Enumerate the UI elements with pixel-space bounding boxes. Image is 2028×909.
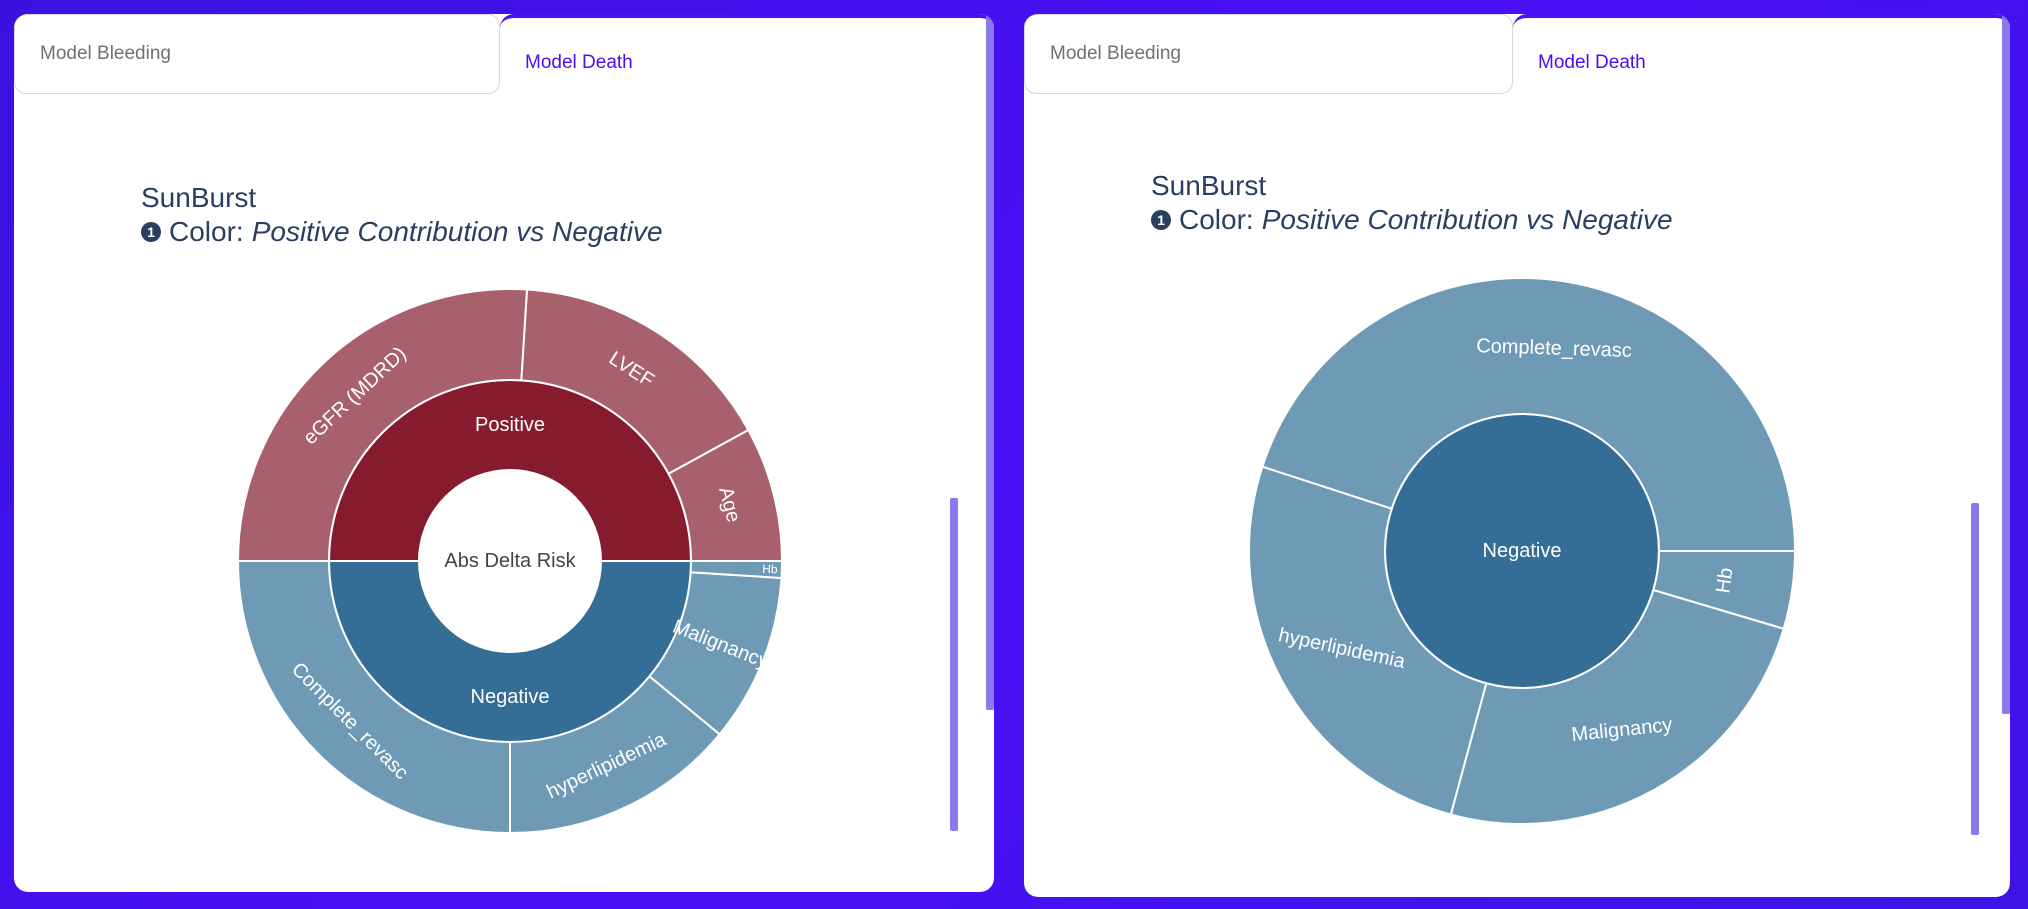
sunburst-label-negative: Negative	[1483, 540, 1562, 562]
sunburst-label-positive: Positive	[475, 414, 545, 436]
sunburst-chart: NegativeHbMalignancyhyperlipidemiaComple…	[1248, 277, 1797, 825]
sunburst-label-negative: Negative	[471, 686, 550, 708]
sunburst-chart: Abs Delta RiskPositiveeGFR (MDRD) LVEFAge…	[236, 288, 784, 835]
sunburst-label-hb: Hb	[1712, 566, 1737, 594]
sunburst-label-hb: Hb	[762, 562, 778, 576]
left-panel: Model Bleeding Model Death SunBurst 1 Co…	[14, 14, 994, 892]
sunburst-label-center: Abs Delta Risk	[444, 550, 576, 572]
right-panel: Model Bleeding Model Death SunBurst 1 Co…	[1024, 14, 2010, 897]
